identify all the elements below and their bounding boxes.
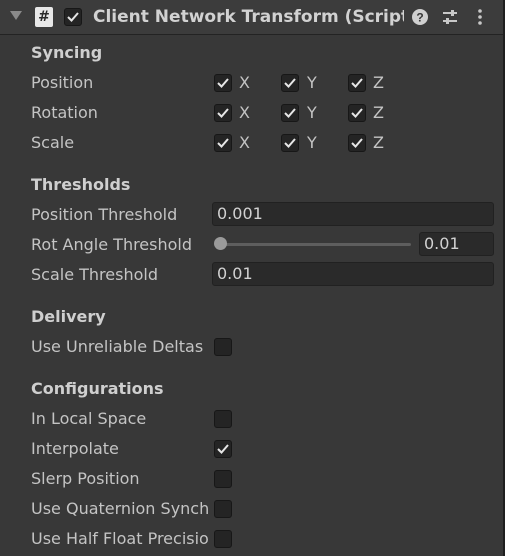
interpolate-label: Interpolate [31, 439, 119, 458]
use-half-float-precision-checkbox[interactable] [214, 530, 232, 548]
position-threshold-field[interactable]: 0.001 [212, 202, 494, 226]
component-title: Client Network Transform (Script) [93, 7, 404, 27]
delivery-heading: Delivery [31, 307, 106, 326]
syncing-heading: Syncing [31, 43, 103, 62]
use-quaternion-sync-label: Use Quaternion Synchronization [31, 499, 209, 518]
thresholds-heading: Thresholds [31, 175, 131, 194]
rotation-y-label: Y [307, 103, 317, 122]
interpolate-checkbox[interactable] [214, 440, 232, 458]
position-x-label: X [239, 73, 250, 92]
rot-angle-threshold-field[interactable]: 0.01 [419, 232, 494, 256]
component-enabled-checkbox[interactable] [64, 8, 82, 26]
rotation-y-checkbox[interactable] [281, 104, 299, 122]
scale-threshold-field[interactable]: 0.01 [212, 262, 494, 286]
rotation-z-label: Z [373, 103, 384, 122]
scale-sync-label: Scale [31, 133, 75, 152]
rot-angle-threshold-label: Rot Angle Threshold [31, 235, 193, 254]
scale-z-label: Z [373, 133, 384, 152]
use-unreliable-deltas-label: Use Unreliable Deltas [31, 337, 204, 356]
use-quaternion-sync-checkbox[interactable] [214, 500, 232, 518]
position-z-label: Z [373, 73, 384, 92]
context-menu-icon[interactable] [471, 8, 489, 26]
position-z-checkbox[interactable] [348, 74, 366, 92]
preset-icon[interactable] [441, 8, 459, 26]
rotation-x-label: X [239, 103, 250, 122]
use-half-float-precision-label: Use Half Float Precision [31, 529, 209, 548]
rotation-x-checkbox[interactable] [214, 104, 232, 122]
rot-angle-slider-track[interactable] [220, 243, 411, 246]
position-x-checkbox[interactable] [214, 74, 232, 92]
position-y-label: Y [307, 73, 317, 92]
position-y-checkbox[interactable] [281, 74, 299, 92]
scale-x-label: X [239, 133, 250, 152]
scale-threshold-label: Scale Threshold [31, 265, 158, 284]
use-unreliable-deltas-checkbox[interactable] [214, 338, 232, 356]
help-icon[interactable]: ? [411, 8, 429, 26]
in-local-space-checkbox[interactable] [214, 410, 232, 428]
position-threshold-label: Position Threshold [31, 205, 178, 224]
rotation-sync-label: Rotation [31, 103, 98, 122]
scale-x-checkbox[interactable] [214, 134, 232, 152]
scale-y-label: Y [307, 133, 317, 152]
slerp-position-checkbox[interactable] [214, 470, 232, 488]
svg-text:?: ? [416, 11, 423, 25]
scale-y-checkbox[interactable] [281, 134, 299, 152]
rot-angle-slider-thumb[interactable] [214, 237, 227, 250]
rotation-z-checkbox[interactable] [348, 104, 366, 122]
position-sync-label: Position [31, 73, 94, 92]
slerp-position-label: Slerp Position [31, 469, 140, 488]
foldout-arrow-icon[interactable] [10, 11, 22, 20]
scale-z-checkbox[interactable] [348, 134, 366, 152]
script-icon: # [35, 7, 53, 27]
component-header[interactable]: # Client Network Transform (Script) ? [0, 0, 503, 35]
configurations-heading: Configurations [31, 379, 164, 398]
in-local-space-label: In Local Space [31, 409, 147, 428]
